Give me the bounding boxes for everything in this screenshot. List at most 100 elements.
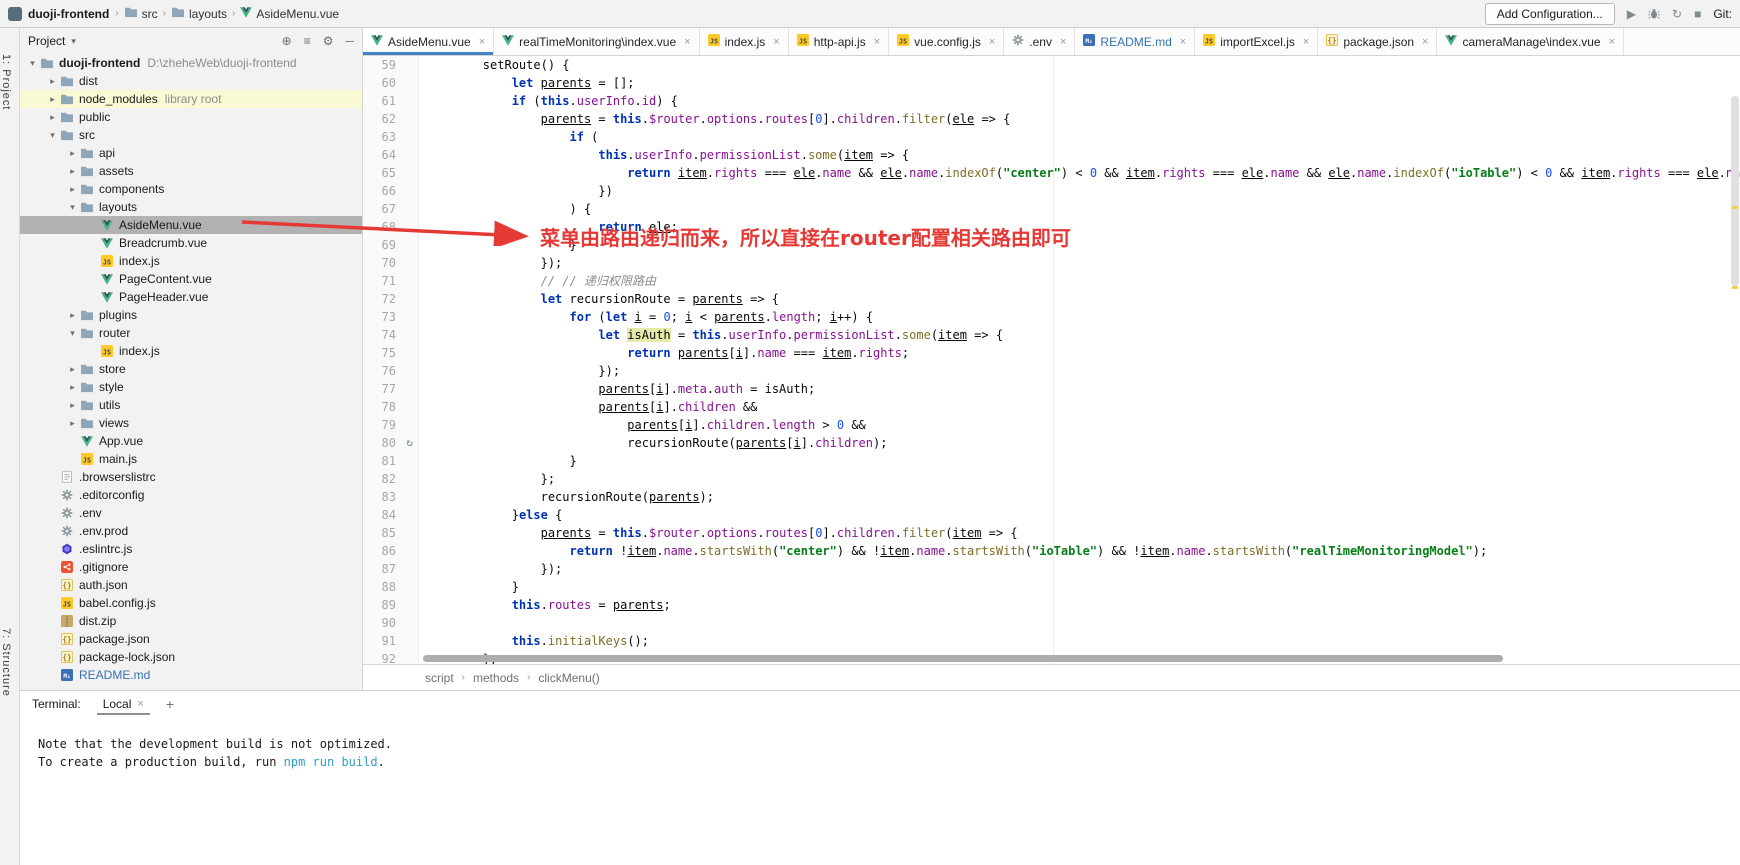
- collapse-arrow-icon[interactable]: ▾: [46, 130, 59, 141]
- tree-item-utils[interactable]: ▸utils: [20, 396, 362, 414]
- breadcrumb-item-layouts[interactable]: layouts: [171, 6, 227, 21]
- terminal-output[interactable]: Note that the development build is not o…: [20, 717, 1740, 865]
- vertical-scrollbar-thumb[interactable]: [1731, 96, 1739, 286]
- expand-arrow-icon[interactable]: ▸: [66, 184, 79, 195]
- tree-item-dist-zip[interactable]: dist.zip: [20, 612, 362, 630]
- project-panel-title[interactable]: Project: [28, 34, 65, 48]
- expand-arrow-icon[interactable]: ▸: [66, 148, 79, 159]
- editor-tab-cameramanage-index-vue[interactable]: cameraManage\index.vue×: [1437, 28, 1624, 55]
- view-options-icon[interactable]: ≡: [304, 34, 311, 48]
- close-icon[interactable]: ×: [1422, 36, 1428, 48]
- tree-item-layouts[interactable]: ▾layouts: [20, 198, 362, 216]
- tree-item-node-modules[interactable]: ▸node_moduleslibrary root: [20, 90, 362, 108]
- expand-arrow-icon[interactable]: ▸: [46, 112, 59, 123]
- horizontal-scrollbar-thumb[interactable]: [423, 655, 1503, 662]
- run-icon[interactable]: ▶: [1627, 7, 1636, 21]
- recursive-call-gutter-icon[interactable]: ↻: [406, 434, 413, 452]
- tree-item-pageheader-vue[interactable]: PageHeader.vue: [20, 288, 362, 306]
- expand-arrow-icon[interactable]: ▸: [66, 364, 79, 375]
- close-icon[interactable]: ×: [1180, 36, 1186, 48]
- tree-item-plugins[interactable]: ▸plugins: [20, 306, 362, 324]
- editor-breadcrumb-clickmenu-[interactable]: clickMenu(): [538, 671, 599, 685]
- sync-icon[interactable]: ↻: [1672, 7, 1682, 21]
- tree-item-components[interactable]: ▸components: [20, 180, 362, 198]
- expand-arrow-icon[interactable]: ▸: [66, 400, 79, 411]
- expand-arrow-icon[interactable]: ▸: [66, 382, 79, 393]
- stop-icon[interactable]: ■: [1694, 7, 1701, 21]
- close-icon[interactable]: ×: [1609, 36, 1615, 48]
- tree-item-style[interactable]: ▸style: [20, 378, 362, 396]
- tree-item-readme-md[interactable]: M↓README.md: [20, 666, 362, 684]
- close-icon[interactable]: ×: [989, 36, 995, 48]
- tree-item-index-js[interactable]: JSindex.js: [20, 252, 362, 270]
- breadcrumb-item-src[interactable]: src: [124, 6, 158, 21]
- tree-item-breadcrumb-vue[interactable]: Breadcrumb.vue: [20, 234, 362, 252]
- tree-item-src[interactable]: ▾src: [20, 126, 362, 144]
- expand-arrow-icon[interactable]: ▸: [66, 166, 79, 177]
- close-icon[interactable]: ×: [773, 36, 779, 48]
- breadcrumb-item-asidemenu-vue[interactable]: AsideMenu.vue: [240, 7, 339, 21]
- editor-tab-package-json[interactable]: {}package.json×: [1318, 28, 1437, 55]
- tree-item--eslintrc-js[interactable]: .eslintrc.js: [20, 540, 362, 558]
- add-configuration-button[interactable]: Add Configuration...: [1485, 3, 1615, 25]
- code-editor[interactable]: 59 setRoute() {60 let parents = [];61 if…: [363, 56, 1740, 664]
- close-icon[interactable]: ×: [137, 698, 143, 710]
- tree-item-auth-json[interactable]: {}auth.json: [20, 576, 362, 594]
- editor-tab-asidemenu-vue[interactable]: AsideMenu.vue×: [363, 28, 494, 55]
- editor-tab--env[interactable]: .env×: [1004, 28, 1075, 55]
- tree-item--env-prod[interactable]: .env.prod: [20, 522, 362, 540]
- tree-item--editorconfig[interactable]: .editorconfig: [20, 486, 362, 504]
- expand-arrow-icon[interactable]: ▸: [66, 310, 79, 321]
- tree-item-package-json[interactable]: {}package.json: [20, 630, 362, 648]
- editor-tab-vue-config-js[interactable]: JSvue.config.js×: [889, 28, 1004, 55]
- editor-tab-http-api-js[interactable]: JShttp-api.js×: [789, 28, 889, 55]
- collapse-arrow-icon[interactable]: ▾: [26, 58, 39, 69]
- tree-item-pagecontent-vue[interactable]: PageContent.vue: [20, 270, 362, 288]
- tree-item-dist[interactable]: ▸dist: [20, 72, 362, 90]
- chevron-down-icon[interactable]: ▾: [71, 36, 76, 47]
- tree-item--gitignore[interactable]: .gitignore: [20, 558, 362, 576]
- vertical-scrollbar[interactable]: [1730, 56, 1740, 664]
- error-stripe-mark[interactable]: [1732, 286, 1738, 289]
- new-terminal-session-button[interactable]: +: [166, 696, 174, 712]
- editor-tab-readme-md[interactable]: M↓README.md×: [1075, 28, 1195, 55]
- tree-item-assets[interactable]: ▸assets: [20, 162, 362, 180]
- settings-gear-icon[interactable]: ⚙: [323, 34, 334, 48]
- close-icon[interactable]: ×: [1060, 36, 1066, 48]
- tree-item-index-js[interactable]: JSindex.js: [20, 342, 362, 360]
- tree-item-public[interactable]: ▸public: [20, 108, 362, 126]
- editor-tab-index-js[interactable]: JSindex.js×: [700, 28, 789, 55]
- tree-item-store[interactable]: ▸store: [20, 360, 362, 378]
- tree-item-package-lock-json[interactable]: {}package-lock.json: [20, 648, 362, 666]
- close-icon[interactable]: ×: [479, 36, 485, 48]
- tree-item-babel-config-js[interactable]: JSbabel.config.js: [20, 594, 362, 612]
- error-stripe-mark[interactable]: [1732, 206, 1738, 209]
- close-icon[interactable]: ×: [874, 36, 880, 48]
- editor-tab-realtimemonitoring-index-vue[interactable]: realTimeMonitoring\index.vue×: [494, 28, 699, 55]
- debug-icon[interactable]: [1648, 8, 1660, 20]
- collapse-arrow-icon[interactable]: ▾: [66, 202, 79, 213]
- close-icon[interactable]: ×: [1303, 36, 1309, 48]
- close-icon[interactable]: ×: [684, 36, 690, 48]
- editor-breadcrumb-script[interactable]: script: [425, 671, 454, 685]
- tree-item-app-vue[interactable]: App.vue: [20, 432, 362, 450]
- locate-file-icon[interactable]: ⊕: [282, 34, 292, 48]
- terminal-tab-local[interactable]: Local ×: [97, 693, 150, 715]
- tree-item--env[interactable]: .env: [20, 504, 362, 522]
- expand-arrow-icon[interactable]: ▸: [66, 418, 79, 429]
- git-branch-label[interactable]: Git:: [1713, 7, 1732, 21]
- tree-item-duoji-frontend[interactable]: ▾duoji-frontendD:\zheheWeb\duoji-fronten…: [20, 54, 362, 72]
- editor-tab-importexcel-js[interactable]: JSimportExcel.js×: [1195, 28, 1318, 55]
- tree-item-router[interactable]: ▾router: [20, 324, 362, 342]
- hide-panel-icon[interactable]: ─: [345, 34, 354, 48]
- tree-item--browserslistrc[interactable]: .browserslistrc: [20, 468, 362, 486]
- tree-item-main-js[interactable]: JSmain.js: [20, 450, 362, 468]
- expand-arrow-icon[interactable]: ▸: [46, 94, 59, 105]
- tree-item-api[interactable]: ▸api: [20, 144, 362, 162]
- collapse-arrow-icon[interactable]: ▾: [66, 328, 79, 339]
- editor-breadcrumb-methods[interactable]: methods: [473, 671, 519, 685]
- tool-window-structure-button[interactable]: 7: Structure: [0, 628, 20, 697]
- tool-window-project-button[interactable]: 1: Project: [0, 54, 20, 110]
- expand-arrow-icon[interactable]: ▸: [46, 76, 59, 87]
- tree-item-asidemenu-vue[interactable]: AsideMenu.vue: [20, 216, 362, 234]
